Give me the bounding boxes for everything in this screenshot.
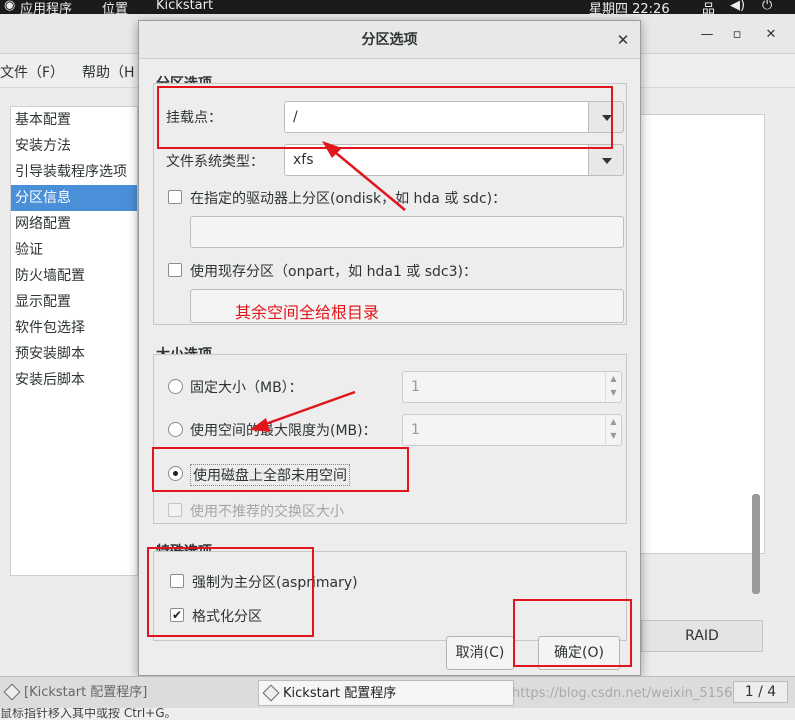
workspace-pager[interactable]: 1 / 4	[733, 681, 788, 703]
annotation-arrows	[250, 141, 406, 432]
arrow-to-fs-type	[329, 147, 406, 211]
taskbar: [Kickstart 配置程序] Kickstart 配置程序 https://…	[0, 676, 795, 708]
watermark: https://blog.csdn.net/weixin_51567	[512, 686, 741, 701]
status-bar: 鼠标指针移入其中或按 Ctrl+G。	[0, 708, 795, 720]
taskbar-item-kickstart[interactable]: Kickstart 配置程序	[258, 680, 514, 706]
status-text: 鼠标指针移入其中或按 Ctrl+G。	[0, 708, 177, 720]
arrow-to-max-size	[259, 390, 356, 428]
kickstart-icon	[3, 683, 21, 701]
taskbar-item-kickstart-bg[interactable]: [Kickstart 配置程序]	[0, 680, 252, 706]
taskbar-item-label: Kickstart 配置程序	[283, 686, 397, 701]
taskbar-item-label: [Kickstart 配置程序]	[24, 685, 148, 700]
kickstart-icon	[262, 684, 280, 702]
arrow-to-max-size-head	[250, 418, 270, 432]
